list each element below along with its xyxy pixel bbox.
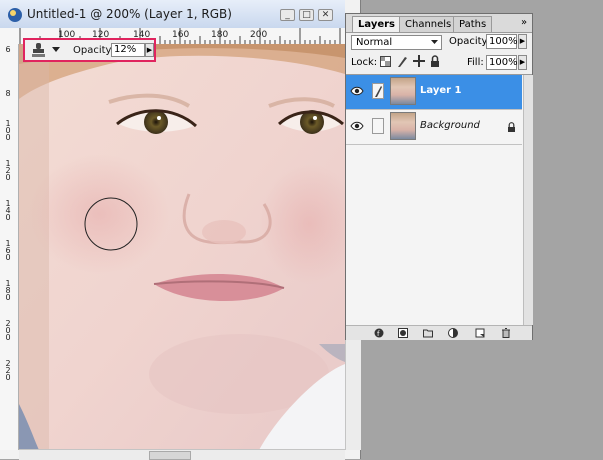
layer-row-layer-1[interactable]: Layer 1 <box>346 75 522 110</box>
layer-name[interactable]: Background <box>420 120 480 131</box>
tool-options-bar: Opacity: 12% ▶ <box>23 38 156 62</box>
layer-name[interactable]: Layer 1 <box>420 85 461 96</box>
ruler-label: 1 0 0 <box>5 119 11 142</box>
image-canvas[interactable] <box>19 44 345 450</box>
blend-mode-value: Normal <box>356 37 393 48</box>
photoshop-app-icon <box>8 8 22 22</box>
opacity-slider-button[interactable]: ▶ <box>145 43 154 57</box>
ruler-label: 2 2 0 <box>5 359 11 382</box>
ruler-label: 160 <box>172 30 190 40</box>
tab-paths[interactable]: Paths <box>453 16 493 32</box>
horizontal-scrollbar[interactable] <box>19 449 345 460</box>
new-adjustment-layer-icon[interactable] <box>448 328 458 338</box>
layers-panel: Layers Channels Paths » Normal Opacity: … <box>345 13 533 340</box>
panel-tabs: Layers Channels Paths » <box>346 14 532 33</box>
layer-thumbnail[interactable] <box>390 77 416 105</box>
ruler-label: 1 6 0 <box>5 239 11 262</box>
ruler-label: 200 <box>250 30 268 40</box>
portrait-image <box>19 44 345 450</box>
layer-opacity-label: Opacity: <box>449 36 491 47</box>
ruler-label: 1 8 0 <box>5 279 11 302</box>
blend-mode-select[interactable]: Normal <box>351 35 442 50</box>
ruler-label: 1 4 0 <box>5 199 11 222</box>
chevron-down-icon <box>431 40 438 44</box>
ruler-label: 180 <box>211 30 229 40</box>
add-mask-icon[interactable] <box>398 328 408 338</box>
layer-list-scrollbar[interactable] <box>523 75 533 325</box>
lock-label: Lock: <box>351 57 378 68</box>
ruler-label: 1 2 0 <box>5 159 11 182</box>
minimize-button[interactable]: _ <box>280 9 295 21</box>
fill-slider-button[interactable]: ▶ <box>518 55 527 70</box>
visibility-eye-icon[interactable] <box>350 85 364 97</box>
ruler-label: 6 <box>5 45 11 54</box>
fill-input[interactable]: 100% <box>486 55 518 70</box>
tab-layers[interactable]: Layers <box>352 16 401 32</box>
layer-link-cell[interactable] <box>372 118 384 134</box>
panel-menu-icon[interactable]: » <box>521 17 527 28</box>
layer-opacity-slider-button[interactable]: ▶ <box>518 34 527 49</box>
layer-list: Layer 1 Background <box>346 74 533 325</box>
layer-link-cell[interactable] <box>372 83 384 99</box>
lock-all-icon[interactable] <box>430 55 440 68</box>
delete-layer-icon[interactable] <box>501 328 511 338</box>
chevron-down-icon[interactable] <box>52 47 60 53</box>
document-title: Untitled-1 @ 200% (Layer 1, RGB) <box>27 7 232 21</box>
layer-opacity-input[interactable]: 100% <box>486 34 518 49</box>
layer-thumbnail[interactable] <box>390 112 416 140</box>
brush-icon <box>375 86 382 97</box>
layers-panel-footer: f <box>346 325 532 340</box>
add-layer-style-icon[interactable]: f <box>374 328 384 338</box>
close-button[interactable]: ✕ <box>318 9 333 21</box>
document-titlebar[interactable]: Untitled-1 @ 200% (Layer 1, RGB) _ □ ✕ <box>0 0 345 29</box>
tab-channels[interactable]: Channels <box>399 16 458 32</box>
lock-position-icon[interactable] <box>413 55 425 68</box>
opacity-label: Opacity: <box>73 45 115 56</box>
layer-row-background[interactable]: Background <box>346 110 522 145</box>
document-window: Untitled-1 @ 200% (Layer 1, RGB) _ □ ✕ 1… <box>0 0 361 460</box>
visibility-eye-icon[interactable] <box>350 120 364 132</box>
lock-icon <box>508 122 515 132</box>
clone-stamp-icon[interactable] <box>30 42 48 58</box>
maximize-button[interactable]: □ <box>299 9 314 21</box>
lock-transparent-pixels-icon[interactable] <box>380 56 391 67</box>
fill-label: Fill: <box>467 57 484 68</box>
vertical-ruler: 6 8 1 0 0 1 2 0 1 4 0 1 6 0 1 8 0 2 0 0 … <box>0 44 19 450</box>
ruler-label: 2 0 0 <box>5 319 11 342</box>
lock-image-pixels-icon[interactable] <box>396 55 408 68</box>
new-group-icon[interactable] <box>423 328 433 338</box>
ruler-label: 8 <box>5 89 11 98</box>
new-layer-icon[interactable] <box>475 328 485 338</box>
opacity-input[interactable]: 12% <box>111 43 145 57</box>
